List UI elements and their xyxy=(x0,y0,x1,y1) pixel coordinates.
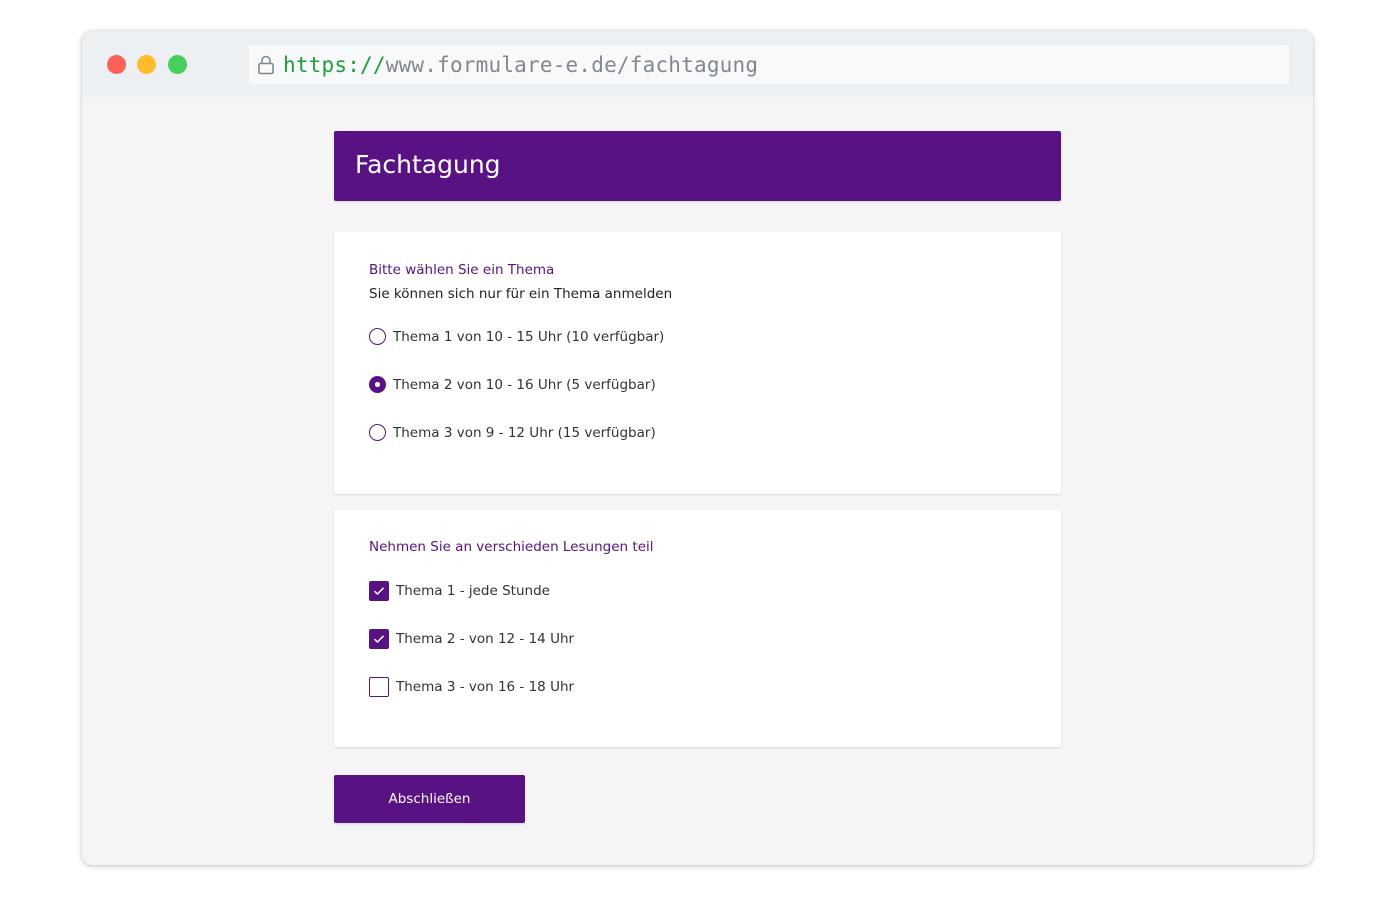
checkbox[interactable] xyxy=(369,677,389,697)
close-window-button[interactable] xyxy=(107,55,126,74)
browser-titlebar: https://www.formulare-e.de/fachtagung xyxy=(82,31,1313,97)
topic-option-3[interactable]: Thema 3 von 9 - 12 Uhr (15 verfügbar) xyxy=(369,424,656,441)
url-text: https://www.formulare-e.de/fachtagung xyxy=(283,53,758,77)
browser-window: https://www.formulare-e.de/fachtagung Fa… xyxy=(82,31,1313,865)
address-bar[interactable]: https://www.formulare-e.de/fachtagung xyxy=(249,45,1289,84)
minimize-window-button[interactable] xyxy=(137,55,156,74)
readings-section-title: Nehmen Sie an verschieden Lesungen teil xyxy=(369,539,654,555)
checkmark-icon xyxy=(373,587,385,596)
checkbox[interactable] xyxy=(369,629,389,649)
form-header: Fachtagung xyxy=(334,131,1061,201)
reading-option-1[interactable]: Thema 1 - jede Stunde xyxy=(369,581,550,601)
checkmark-icon xyxy=(373,635,385,644)
reading-option-3[interactable]: Thema 3 - von 16 - 18 Uhr xyxy=(369,677,574,697)
lock-icon xyxy=(258,55,274,74)
topic-option-label: Thema 3 von 9 - 12 Uhr (15 verfügbar) xyxy=(393,424,656,441)
readings-section: Nehmen Sie an verschieden Lesungen teil … xyxy=(334,510,1061,747)
reading-option-label: Thema 2 - von 12 - 14 Uhr xyxy=(396,631,575,647)
topic-option-2[interactable]: Thema 2 von 10 - 16 Uhr (5 verfügbar) xyxy=(369,376,656,393)
radio-button[interactable] xyxy=(369,328,386,345)
radio-button[interactable] xyxy=(369,424,386,441)
maximize-window-button[interactable] xyxy=(168,55,187,74)
reading-option-label: Thema 1 - jede Stunde xyxy=(396,583,550,599)
form-title: Fachtagung xyxy=(355,150,501,179)
submit-button[interactable]: Abschließen xyxy=(334,775,525,823)
topic-section-subtitle: Sie können sich nur für ein Thema anmeld… xyxy=(369,286,673,302)
topic-section: Bitte wählen Sie ein Thema Sie können si… xyxy=(334,232,1061,494)
reading-option-2[interactable]: Thema 2 - von 12 - 14 Uhr xyxy=(369,629,574,649)
topic-section-title: Bitte wählen Sie ein Thema xyxy=(369,262,555,278)
checkbox[interactable] xyxy=(369,581,389,601)
radio-button[interactable] xyxy=(369,376,386,393)
url-scheme: https:// xyxy=(283,52,386,77)
topic-option-1[interactable]: Thema 1 von 10 - 15 Uhr (10 verfügbar) xyxy=(369,328,664,345)
reading-option-label: Thema 3 - von 16 - 18 Uhr xyxy=(396,679,575,695)
url-host-path: www.formulare-e.de/fachtagung xyxy=(385,52,759,77)
topic-option-label: Thema 1 von 10 - 15 Uhr (10 verfügbar) xyxy=(393,328,665,345)
topic-option-label: Thema 2 von 10 - 16 Uhr (5 verfügbar) xyxy=(393,376,656,393)
